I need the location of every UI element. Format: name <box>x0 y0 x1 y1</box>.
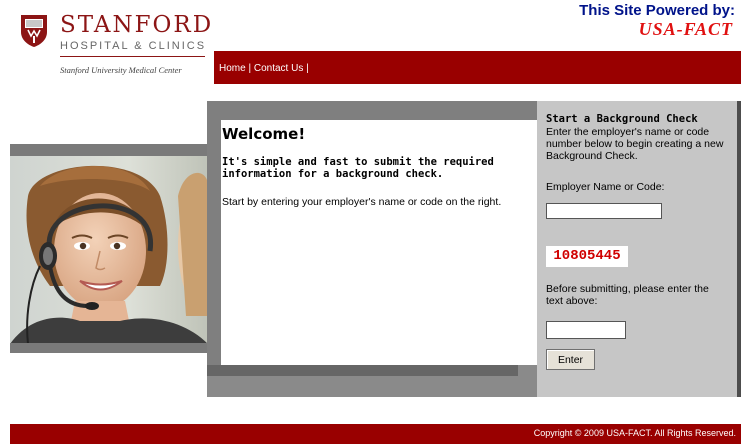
panel-title: Start a Background Check <box>546 113 698 125</box>
photo-top-bar <box>10 144 208 156</box>
center-frame-left <box>207 101 221 397</box>
copyright-text: Copyright © 2009 USA-FACT. All Rights Re… <box>533 428 736 438</box>
call-center-agent-photo <box>10 156 208 344</box>
photo-bottom-bar <box>10 343 208 353</box>
logo-divider <box>60 56 205 57</box>
welcome-heading: Welcome! <box>222 125 306 143</box>
captcha-image: 10805445 <box>546 246 628 267</box>
welcome-start-text: Start by entering your employer's name o… <box>222 196 502 208</box>
panel-instructions: Enter the employer's name or code number… <box>546 126 724 162</box>
nav-contact-link[interactable]: Contact Us <box>254 63 303 74</box>
stanford-shield-icon <box>20 14 48 48</box>
welcome-intro: It's simple and fast to submit the requi… <box>222 156 494 180</box>
captcha-label: Before submitting, please enter the text… <box>546 283 709 307</box>
powered-by-label: This Site Powered by: <box>579 2 735 19</box>
enter-button[interactable]: Enter <box>546 349 595 370</box>
nav-separator: | <box>306 63 309 74</box>
logo-tagline: Stanford University Medical Center <box>60 65 182 75</box>
center-frame-bottom-shadow <box>207 365 518 376</box>
employer-input[interactable] <box>546 203 662 219</box>
nav-home-link[interactable]: Home <box>219 63 246 74</box>
captcha-input[interactable] <box>546 321 626 339</box>
panel-edge <box>737 101 741 397</box>
usa-fact-logo: USA-FACT <box>638 19 733 39</box>
logo-subtitle: HOSPITAL & CLINICS <box>60 40 207 52</box>
center-frame-top <box>207 101 537 120</box>
logo-title: STANFORD <box>60 12 214 38</box>
nav-separator: | <box>248 63 252 74</box>
employer-label: Employer Name or Code: <box>546 181 665 193</box>
nav-links: Home | Contact Us | <box>219 63 309 74</box>
